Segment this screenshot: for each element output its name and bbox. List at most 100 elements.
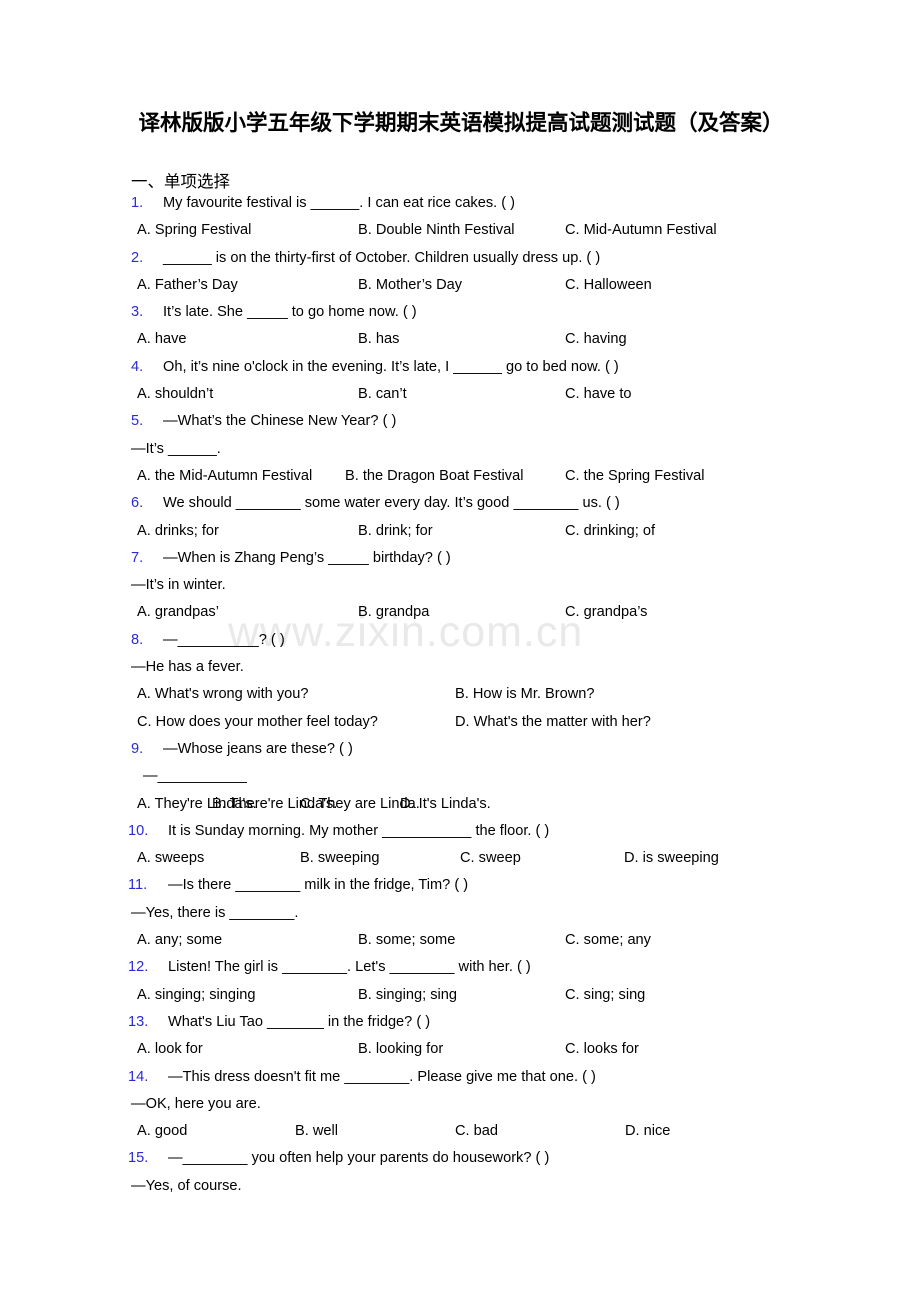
question-continuation-line: —He has a fever.: [0, 654, 920, 681]
option-c[interactable]: C. How does your mother feel today?: [137, 709, 378, 736]
question-stem-line: 7. —When is Zhang Peng’s _____ birthday? …: [0, 545, 920, 572]
question-text: —__________? ( ): [163, 631, 285, 648]
option-row: A. sweeps B. sweeping C. sweep D. is sweepi…: [0, 845, 920, 872]
question-continuation-line: —It’s in winter.: [0, 572, 920, 599]
question-continuation-text: —OK, here you are.: [131, 1095, 261, 1112]
option-c[interactable]: C. sweep: [460, 845, 521, 872]
option-a[interactable]: A. have: [137, 326, 187, 353]
question-number: 9.: [131, 740, 144, 757]
question-stem-line: 5. —What’s the Chinese New Year? ( ): [0, 408, 920, 435]
question-stem-line: 10. It is Sunday morning. My mother _____…: [0, 818, 920, 845]
question-stem-line: 12. Listen! The girl is ________. Let's _…: [0, 954, 920, 981]
option-b[interactable]: B. drink; for: [358, 518, 433, 545]
page-title: 译林版版小学五年级下学期期末英语模拟提高试题测试题（及答案）: [138, 111, 784, 136]
option-row: A. Father’s Day B. Mother’s Day C. Hallowe…: [0, 272, 920, 299]
question-stem-line: 9. —Whose jeans are these? ( ): [0, 736, 920, 763]
option-b[interactable]: B. sweeping: [300, 845, 380, 872]
option-b[interactable]: B. singing; sing: [358, 982, 457, 1009]
option-a[interactable]: A. singing; singing: [137, 982, 255, 1009]
option-b[interactable]: B. How is Mr. Brown?: [455, 681, 595, 708]
question-number: 4.: [131, 358, 144, 375]
question-stem-line: 6. We should ________ some water every da…: [0, 490, 920, 517]
question-text: My favourite festival is ______. I can e…: [163, 195, 516, 211]
question-stem-line: 11. —Is there ________ milk in the fridge…: [0, 872, 920, 899]
option-row: A. grandpas’ B. grandpa C. grandpa’s: [0, 599, 920, 626]
question-continuation-text: —It’s in winter.: [131, 577, 226, 594]
option-a[interactable]: A. any; some: [137, 927, 222, 954]
question-number: 3.: [131, 304, 144, 321]
question-text: What's Liu Tao _______ in the fridge? ( …: [168, 1013, 431, 1030]
option-c[interactable]: C. Mid-Autumn Festival: [565, 217, 717, 244]
question-number: 13.: [128, 1013, 149, 1030]
option-a[interactable]: A. the Mid-Autumn Festival: [137, 463, 312, 490]
option-b[interactable]: B. the Dragon Boat Festival: [345, 463, 523, 490]
option-b[interactable]: B. can’t: [358, 381, 407, 408]
question-continuation-text: —It’s ______.: [131, 440, 221, 457]
question-continuation-line: —Yes, there is ________.: [0, 900, 920, 927]
option-d[interactable]: D. What's the matter with her?: [455, 709, 651, 736]
option-row: A. good B. well C. bad D. nice: [0, 1118, 920, 1145]
option-b[interactable]: B. some; some: [358, 927, 455, 954]
option-a[interactable]: A. drinks; for: [137, 518, 219, 545]
question-number: 1.: [131, 195, 144, 211]
option-d[interactable]: D. It's Linda's.: [400, 791, 491, 818]
question-continuation-line: —___________: [0, 763, 920, 790]
question-continuation-text: —Yes, there is ________.: [131, 904, 299, 921]
option-c[interactable]: C. having: [565, 326, 627, 353]
option-a[interactable]: A. Spring Festival: [137, 217, 251, 244]
option-row: A. singing; singing B. singing; sing C. si…: [0, 982, 920, 1009]
option-d[interactable]: D. is sweeping: [624, 845, 719, 872]
option-b[interactable]: B. Double Ninth Festival: [358, 217, 515, 244]
question-number: 7.: [131, 549, 144, 566]
question-text: —Is there ________ milk in the fridge, T…: [168, 877, 469, 894]
option-row: A. the Mid-Autumn Festival B. the Dragon …: [0, 463, 920, 490]
question-number: 11.: [128, 877, 148, 894]
question-text: It’s late. She _____ to go home now. ( ): [163, 304, 417, 321]
section-heading: 一、单项选择: [131, 172, 230, 191]
option-c[interactable]: C. looks for: [565, 1036, 639, 1063]
document-page: www.zixin.com.cn 译林版版小学五年级下学期期末英语模拟提高试题测…: [0, 0, 920, 1302]
option-c[interactable]: C. sing; sing: [565, 982, 645, 1009]
option-c[interactable]: C. have to: [565, 381, 632, 408]
question-number: 14.: [128, 1068, 149, 1085]
question-text: It is Sunday morning. My mother ________…: [168, 822, 550, 839]
option-a[interactable]: A. grandpas’: [137, 599, 219, 626]
option-a[interactable]: A. good: [137, 1118, 187, 1145]
question-text: —What’s the Chinese New Year? ( ): [163, 413, 397, 430]
question-number: 10.: [128, 822, 149, 839]
question-list: 1. My favourite festival is ______. I can…: [0, 190, 920, 1200]
option-a[interactable]: A. look for: [137, 1036, 203, 1063]
option-c[interactable]: C. grandpa’s: [565, 599, 647, 626]
option-row: C. How does your mother feel today? D. Wh…: [0, 709, 920, 736]
option-d[interactable]: D. nice: [625, 1118, 670, 1145]
option-b[interactable]: B. Mother’s Day: [358, 272, 462, 299]
option-c[interactable]: C. drinking; of: [565, 518, 655, 545]
option-row: A. drinks; for B. drink; for C. drinking; …: [0, 518, 920, 545]
option-b[interactable]: B. well: [295, 1118, 338, 1145]
question-number: 8.: [131, 631, 144, 648]
question-stem-line: 1. My favourite festival is ______. I can…: [0, 190, 920, 217]
option-row: A. shouldn’t B. can’t C. have to: [0, 381, 920, 408]
question-text: —Whose jeans are these? ( ): [163, 740, 353, 757]
option-row: A. They're Linda's. B. There're Linda's. C…: [0, 791, 920, 818]
question-stem-line: 4. Oh, it’s nine o'clock in the evening. …: [0, 354, 920, 381]
option-b[interactable]: B. has: [358, 326, 399, 353]
question-continuation-line: —It’s ______.: [0, 436, 920, 463]
question-stem-line: 8. —__________? ( ): [0, 627, 920, 654]
option-b[interactable]: B. looking for: [358, 1036, 443, 1063]
option-row: A. look for B. looking for C. looks for: [0, 1036, 920, 1063]
option-a[interactable]: A. sweeps: [137, 845, 204, 872]
option-a[interactable]: A. What's wrong with you?: [137, 681, 309, 708]
option-b[interactable]: B. grandpa: [358, 599, 429, 626]
question-continuation-line: —Yes, of course.: [0, 1173, 920, 1200]
option-c[interactable]: C. Halloween: [565, 272, 652, 299]
option-c[interactable]: C. some; any: [565, 927, 651, 954]
question-continuation-text: —He has a fever.: [131, 659, 244, 676]
question-continuation-text: —___________: [143, 768, 247, 785]
option-a[interactable]: A. Father’s Day: [137, 272, 238, 299]
option-a[interactable]: A. shouldn’t: [137, 381, 213, 408]
option-c[interactable]: C. bad: [455, 1118, 498, 1145]
question-number: 12.: [128, 959, 149, 976]
option-c[interactable]: C. the Spring Festival: [565, 463, 705, 490]
question-stem-line: 15. —________ you often help your parents…: [0, 1145, 920, 1172]
